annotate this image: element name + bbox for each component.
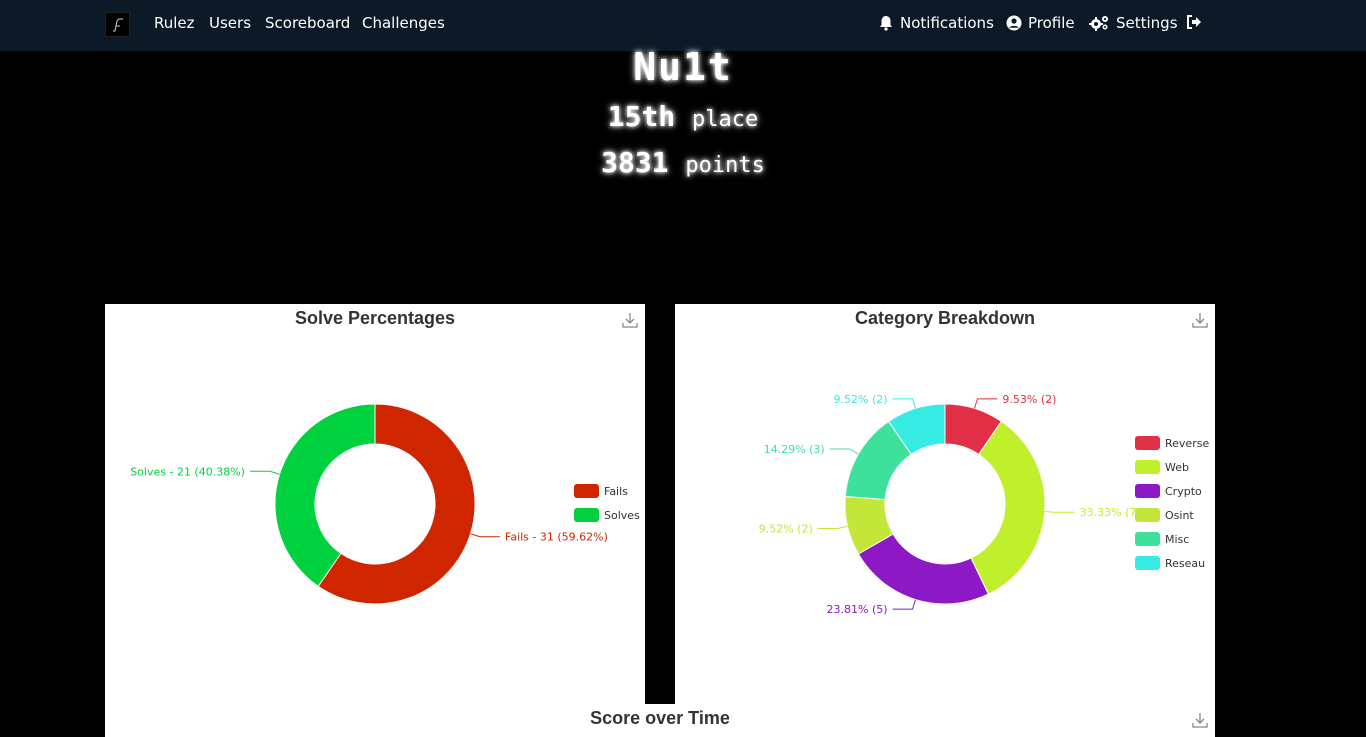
data-label: Fails - 31 (59.62%) <box>505 531 608 544</box>
legend-label-misc[interactable]: Misc <box>1165 533 1189 546</box>
user-circle-icon <box>1006 15 1022 31</box>
data-label: Solves - 21 (40.38%) <box>130 465 245 478</box>
legend-label-reverse[interactable]: Reverse <box>1165 437 1209 450</box>
score-over-time-panel: Score over Time <box>105 704 1215 737</box>
legend-swatch-crypto[interactable] <box>1135 484 1160 498</box>
place-label: place <box>692 107 759 132</box>
label-leader-line <box>1044 510 1075 513</box>
notifications-label: Notifications <box>900 14 994 32</box>
logout-link[interactable] <box>1186 14 1202 30</box>
settings-label: Settings <box>1116 14 1178 32</box>
top-navbar: Rulez Users Scoreboard Challenges Notifi… <box>0 0 1366 51</box>
label-leader-line <box>973 398 998 409</box>
download-icon[interactable] <box>1191 711 1209 729</box>
solve-percentages-chart: Fails - 31 (59.62%) Solves - 21 (40.38%) F… <box>130 403 640 605</box>
notifications-link[interactable]: Notifications <box>878 14 994 32</box>
team-place: 15th place <box>0 100 1366 133</box>
label-leader-line <box>829 448 859 455</box>
bell-icon <box>880 16 892 31</box>
gears-icon <box>1089 16 1108 31</box>
profile-link[interactable]: Profile <box>1006 14 1075 32</box>
data-label: 14.29% (3) <box>764 443 825 456</box>
place-number: 15th <box>607 100 676 133</box>
nav-link-challenges[interactable]: Challenges <box>362 14 445 32</box>
points-label: points <box>685 153 765 178</box>
pie-slice-solves[interactable] <box>274 403 376 587</box>
legend-swatch-solves[interactable] <box>574 508 599 522</box>
data-label: 9.52% (2) <box>834 393 888 406</box>
category-breakdown-chart: 9.53% (2) 33.33% (7) 23.81% (5) 9.52% (2) 14… <box>759 393 1210 616</box>
legend-swatch-fails[interactable] <box>574 484 599 498</box>
legend-swatch-misc[interactable] <box>1135 532 1160 546</box>
settings-link[interactable]: Settings <box>1089 14 1178 32</box>
data-label: 23.81% (5) <box>827 603 888 616</box>
team-points: 3831 points <box>0 146 1366 179</box>
label-leader-line <box>817 525 848 529</box>
profile-label: Profile <box>1028 14 1075 32</box>
legend-label-fails[interactable]: Fails <box>604 485 628 498</box>
legend-label-crypto[interactable]: Crypto <box>1165 485 1202 498</box>
legend-label-reseau[interactable]: Reseau <box>1165 557 1205 570</box>
legend-label-solves[interactable]: Solves <box>604 509 640 522</box>
nav-link-users[interactable]: Users <box>209 14 251 32</box>
legend-swatch-reverse[interactable] <box>1135 436 1160 450</box>
nav-link-rulez[interactable]: Rulez <box>154 14 195 32</box>
data-label: 9.53% (2) <box>1002 393 1056 406</box>
pie-slice-crypto[interactable] <box>857 533 990 605</box>
team-name: Nu1t <box>633 45 733 89</box>
data-label: 9.52% (2) <box>759 522 813 535</box>
category-breakdown-panel: Category Breakdown 9.53% (2) 33.33% (7) 23… <box>675 304 1215 704</box>
legend-label-web[interactable]: Web <box>1165 461 1189 474</box>
points-number: 3831 <box>601 146 669 179</box>
data-label: 33.33% (7) <box>1080 506 1141 519</box>
site-logo[interactable] <box>105 12 130 37</box>
legend-label-osint[interactable]: Osint <box>1165 509 1194 522</box>
legend-swatch-osint[interactable] <box>1135 508 1160 522</box>
score-over-time-title: Score over Time <box>590 708 730 728</box>
label-leader-line <box>470 533 501 538</box>
legend-swatch-web[interactable] <box>1135 460 1160 474</box>
legend-swatch-reseau[interactable] <box>1135 556 1160 570</box>
sign-out-icon <box>1187 15 1201 29</box>
label-leader-line <box>892 398 917 409</box>
solve-percentages-panel: Solve Percentages Fails - 31 (59.62%) Sol… <box>105 304 645 704</box>
logo-icon <box>112 18 123 31</box>
nav-link-scoreboard[interactable]: Scoreboard <box>265 14 350 32</box>
label-leader-line <box>249 470 280 475</box>
label-leader-line <box>892 599 917 610</box>
